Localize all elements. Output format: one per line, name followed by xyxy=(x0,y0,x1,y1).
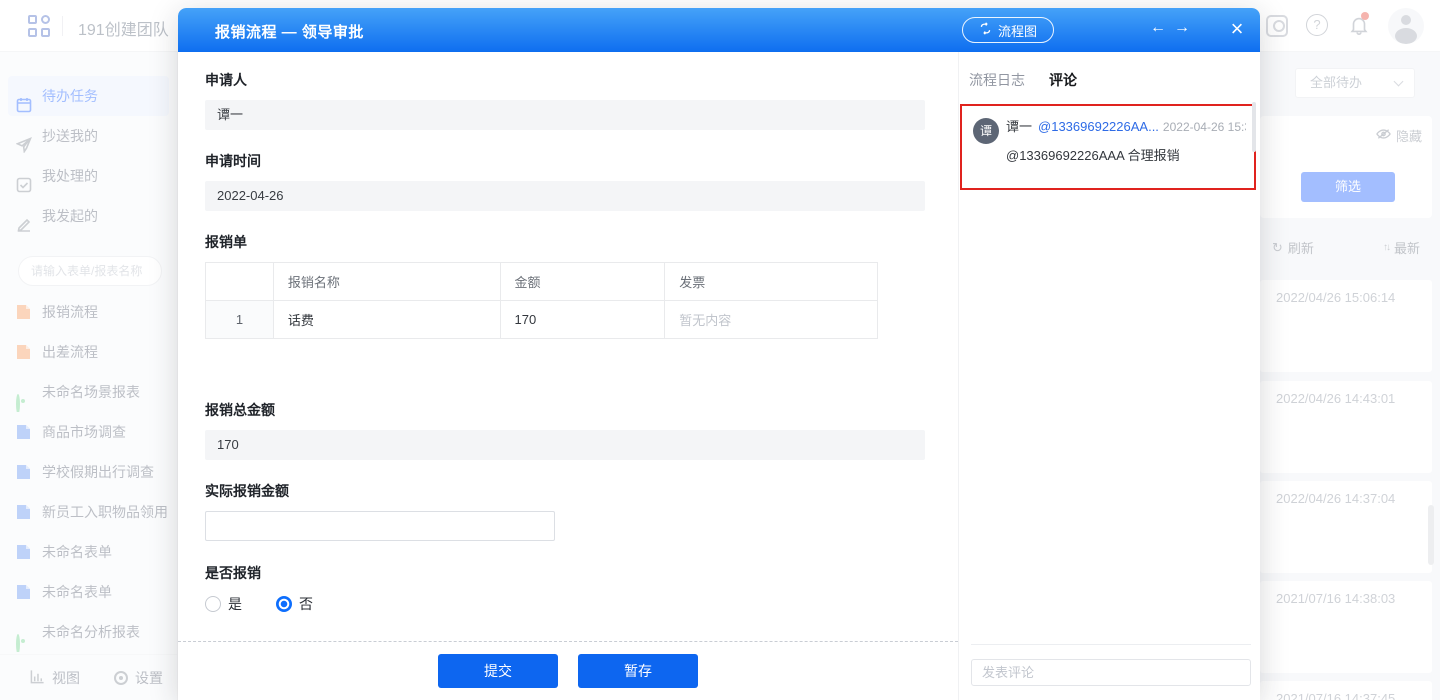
field-label: 申请时间 xyxy=(205,151,958,171)
apply-time-field: 2022-04-26 xyxy=(205,181,925,211)
amount-cell: 170 xyxy=(500,301,665,339)
actual-amount-input[interactable] xyxy=(205,511,555,541)
applicant-field: 谭一 xyxy=(205,100,925,130)
modal-title: 报销流程 — 领导审批 xyxy=(215,21,364,42)
app-window: 191创建团队 ? 待办任务 xyxy=(0,0,1440,700)
field-label: 实际报销金额 xyxy=(205,481,958,501)
mention-link[interactable]: @13369692226AA... xyxy=(1038,119,1159,134)
comment-avatar: 谭 xyxy=(973,118,999,144)
radio-icon-checked[interactable] xyxy=(276,596,292,612)
flowchart-label: 流程图 xyxy=(998,21,1037,40)
invoice-cell: 暂无内容 xyxy=(665,301,878,339)
comment-input[interactable] xyxy=(971,659,1251,686)
modal-header: 报销流程 — 领导审批 流程图 ← → × xyxy=(178,8,1260,52)
side-panel: 流程日志 评论 谭 谭一 @13369692226AA... 2022-04-26 … xyxy=(958,52,1260,700)
comment-timestamp: 2022-04-26 15:38:56 xyxy=(1163,120,1246,134)
tab-comments[interactable]: 评论 xyxy=(1049,70,1077,102)
row-index: 1 xyxy=(206,301,274,339)
approval-form: 申请人 谭一 申请时间 2022-04-26 报销单 报销名称 金额 发票 1 … xyxy=(178,52,958,700)
field-label: 是否报销 xyxy=(205,563,958,583)
panel-scrollbar-thumb[interactable] xyxy=(1252,102,1256,152)
expense-table: 报销名称 金额 发票 1 话费 170 暂无内容 xyxy=(205,262,878,339)
expense-name-cell: 话费 xyxy=(273,301,500,339)
table-header-row: 报销名称 金额 发票 xyxy=(206,263,878,301)
col-header: 报销名称 xyxy=(273,263,500,301)
save-draft-button[interactable]: 暂存 xyxy=(578,654,698,688)
field-label: 报销总金额 xyxy=(205,400,958,420)
table-row: 1 话费 170 暂无内容 xyxy=(206,301,878,339)
next-record-arrow[interactable]: → xyxy=(1174,19,1190,37)
comment-item-highlighted[interactable]: 谭 谭一 @13369692226AA... 2022-04-26 15:38:56… xyxy=(960,104,1256,190)
comment-author: 谭一 xyxy=(1006,119,1032,134)
form-footer: 提交 暂存 xyxy=(178,641,958,700)
radio-option-yes[interactable]: 是 xyxy=(205,594,242,614)
comment-input-area xyxy=(971,644,1251,686)
flow-icon xyxy=(979,22,992,38)
field-label: 申请人 xyxy=(205,70,958,90)
close-icon[interactable]: × xyxy=(1222,14,1252,44)
tab-process-log[interactable]: 流程日志 xyxy=(969,70,1025,102)
submit-button[interactable]: 提交 xyxy=(438,654,558,688)
radio-label: 是 xyxy=(228,594,242,614)
col-header: 金额 xyxy=(500,263,665,301)
prev-record-arrow[interactable]: ← xyxy=(1150,19,1166,37)
panel-tabs: 流程日志 评论 xyxy=(959,52,1260,102)
reimburse-radio-group: 是 否 xyxy=(205,594,958,614)
radio-label: 否 xyxy=(299,594,313,614)
col-header: 发票 xyxy=(665,263,878,301)
field-label: 报销单 xyxy=(205,232,958,252)
total-amount-field: 170 xyxy=(205,430,925,460)
approval-modal: 报销流程 — 领导审批 流程图 ← → × 申请人 谭一 申请时间 2022-0… xyxy=(178,8,1260,700)
col-header xyxy=(206,263,274,301)
radio-icon[interactable] xyxy=(205,596,221,612)
flowchart-button[interactable]: 流程图 xyxy=(962,17,1054,43)
comment-body: @13369692226AAA 合理报销 xyxy=(1006,145,1246,164)
radio-option-no[interactable]: 否 xyxy=(276,594,313,614)
